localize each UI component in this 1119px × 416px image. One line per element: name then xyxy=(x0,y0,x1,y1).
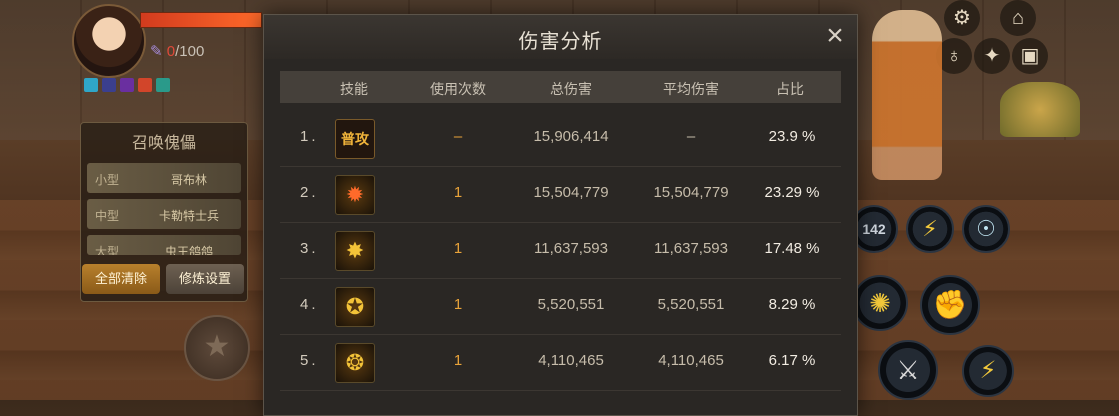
chest-icon[interactable]: ▣ xyxy=(1012,38,1048,74)
buff-icon xyxy=(156,78,170,92)
skill-warrior-icon[interactable]: ⚔ xyxy=(878,340,938,400)
mp-readout: ✎ 0/100 xyxy=(150,42,204,60)
summon-row-small[interactable]: 小型 哥布林 xyxy=(87,163,241,193)
row-count: 1 xyxy=(453,184,463,201)
col-pct: 占比 xyxy=(776,81,804,97)
row-pct: 8.29 % xyxy=(768,296,816,313)
buff-icon xyxy=(102,78,116,92)
golden-fist-icon: ✪ xyxy=(335,287,375,327)
gear-icon[interactable]: ⚙ xyxy=(944,0,980,36)
row-total: 15,504,779 xyxy=(533,184,609,201)
row-avg: 15,504,779 xyxy=(653,184,729,201)
home-icon[interactable]: ⌂ xyxy=(1000,0,1036,36)
skill-strike-icon[interactable]: ⚡ xyxy=(962,345,1014,397)
basic-attack-icon: 普攻 xyxy=(335,119,375,159)
joystick-star-icon[interactable]: ★ xyxy=(184,315,250,381)
buff-icon xyxy=(138,78,152,92)
row-index: 5. xyxy=(300,352,319,369)
row-total: 11,637,593 xyxy=(534,240,608,257)
buff-icon xyxy=(120,78,134,92)
mp-current: 0 xyxy=(166,43,176,60)
skill-claw-icon[interactable]: ✺ xyxy=(852,275,908,331)
row-total: 4,110,465 xyxy=(538,352,604,369)
col-skill: 技能 xyxy=(340,81,368,97)
row-avg: 11,637,593 xyxy=(654,240,728,257)
table-row[interactable]: 2. ✹ 1 15,504,779 15,504,779 23.29 % xyxy=(280,167,841,223)
skill-lightning-icon[interactable]: ⚡ xyxy=(906,205,954,253)
table-row[interactable]: 3. ✸ 1 11,637,593 11,637,593 17.48 % xyxy=(280,223,841,279)
monk-npc xyxy=(872,10,942,180)
dialog-title: 伤害分析 xyxy=(518,31,603,53)
row-pct: 17.48 % xyxy=(764,240,820,257)
table-header: 技能 使用次数 总伤害 平均伤害 占比 xyxy=(280,71,841,103)
row-count: 1 xyxy=(453,240,463,257)
summon-size: 小型 xyxy=(95,173,120,187)
summon-row-medium[interactable]: 中型 卡勒特士兵 xyxy=(87,199,241,229)
summon-name: 虫王鸽鸽 xyxy=(164,245,213,255)
damage-analysis-dialog: 伤害分析 × 技能 使用次数 总伤害 平均伤害 占比 1. 普攻 – 15,90… xyxy=(263,14,858,416)
row-count: 1 xyxy=(453,296,463,313)
row-avg: 4,110,465 xyxy=(658,352,724,369)
tiger-head-icon: ❂ xyxy=(335,343,375,383)
close-icon[interactable]: × xyxy=(819,21,851,53)
summon-name: 哥布林 xyxy=(170,173,207,187)
summon-size: 中型 xyxy=(95,209,120,223)
character-portrait[interactable] xyxy=(72,4,146,78)
training-settings-button[interactable]: 修炼设置 xyxy=(166,264,244,294)
row-pct: 23.29 % xyxy=(764,184,820,201)
skill-figure-icon[interactable]: ☉ xyxy=(962,205,1010,253)
dragon-roar-icon: ✸ xyxy=(335,231,375,271)
row-pct: 23.9 % xyxy=(768,128,816,145)
hp-bar xyxy=(140,12,262,28)
row-total: 5,520,551 xyxy=(537,296,605,313)
row-avg: – xyxy=(686,128,696,145)
row-index: 3. xyxy=(300,240,319,257)
pencil-icon: ✎ xyxy=(150,43,163,60)
dialog-header: 伤害分析 × xyxy=(264,15,857,59)
col-total: 总伤害 xyxy=(550,81,592,97)
summon-row-large[interactable]: 大型 虫王鸽鸽 xyxy=(87,235,241,255)
shuriken-icon[interactable]: ✦ xyxy=(974,38,1010,74)
table-row[interactable]: 1. 普攻 – 15,906,414 – 23.9 % xyxy=(280,111,841,167)
row-count: 1 xyxy=(453,352,463,369)
row-index: 2. xyxy=(300,184,319,201)
row-index: 1. xyxy=(300,128,319,145)
row-total: 15,906,414 xyxy=(533,128,609,145)
col-count: 使用次数 xyxy=(430,81,486,97)
summon-size: 大型 xyxy=(95,245,120,255)
row-index: 4. xyxy=(300,296,319,313)
row-count: – xyxy=(453,128,463,145)
table-row[interactable]: 4. ✪ 1 5,520,551 5,520,551 8.29 % xyxy=(280,279,841,335)
treasure-pile xyxy=(1000,82,1080,137)
buff-row xyxy=(84,78,170,92)
flower-burst-icon: ✹ xyxy=(335,175,375,215)
summon-name: 卡勒特士兵 xyxy=(158,209,219,223)
clear-all-button[interactable]: 全部清除 xyxy=(82,264,160,294)
col-avg: 平均伤害 xyxy=(663,81,719,97)
skill-fist-icon[interactable]: ✊ xyxy=(920,275,980,335)
row-avg: 5,520,551 xyxy=(657,296,725,313)
mp-total: /100 xyxy=(175,43,205,60)
summon-title: 召唤傀儡 xyxy=(131,135,196,152)
table-row[interactable]: 5. ❂ 1 4,110,465 4,110,465 6.17 % xyxy=(280,335,841,391)
buff-icon xyxy=(84,78,98,92)
row-pct: 6.17 % xyxy=(768,352,816,369)
